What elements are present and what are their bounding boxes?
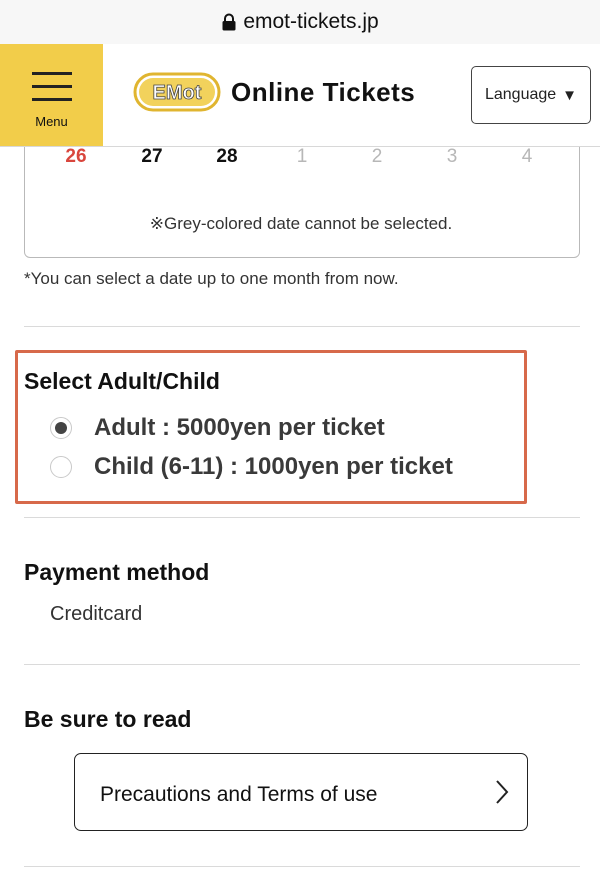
calendar-day-disabled: 4 (521, 146, 533, 167)
calendar-note: ※Grey-colored date cannot be selected. (149, 214, 453, 233)
calendar-day-disabled: 3 (446, 146, 458, 167)
ticket-type-title: Select Adult/Child (24, 368, 220, 394)
emot-logo-icon: EMot (133, 72, 221, 112)
chevron-right-icon (496, 780, 509, 804)
radio-option-child[interactable]: Child (6-11) : 1000yen per ticket (50, 453, 453, 481)
language-select[interactable]: Language ▼ (471, 66, 591, 124)
divider (24, 326, 580, 327)
terms-button[interactable]: Precautions and Terms of use (74, 753, 528, 831)
divider (24, 664, 580, 665)
divider (24, 866, 580, 867)
radio-label-adult[interactable]: Adult : 5000yen per ticket (94, 414, 385, 442)
calendar-day[interactable]: 27 (127, 146, 177, 168)
calendar-day[interactable]: 28 (202, 146, 252, 168)
calendar-week-row: 26 27 28 1 2 3 4 (0, 146, 600, 172)
site-header: Menu EMot Online Tickets Language ▼ (0, 44, 600, 147)
read-title: Be sure to read (24, 706, 192, 732)
language-label: Language (484, 86, 557, 103)
radio-adult[interactable] (50, 417, 72, 439)
hamburger-icon (31, 72, 72, 102)
logo-mark-text: EMot (153, 82, 202, 104)
terms-button-label: Precautions and Terms of use (100, 783, 378, 806)
address-bar[interactable]: emot-tickets.jp (0, 0, 600, 44)
brand-title: Online Tickets (231, 76, 416, 107)
url-text: emot-tickets.jp (243, 10, 379, 33)
caret-down-icon: ▼ (562, 86, 578, 104)
radio-option-adult[interactable]: Adult : 5000yen per ticket (50, 414, 385, 442)
radio-label-child[interactable]: Child (6-11) : 1000yen per ticket (94, 453, 453, 481)
radio-child[interactable] (50, 456, 72, 478)
calendar-day-disabled: 1 (296, 146, 308, 167)
site-logo[interactable]: EMot Online Tickets (133, 69, 415, 115)
payment-value: Creditcard (50, 603, 143, 625)
date-range-hint: *You can select a date up to one month f… (24, 269, 399, 288)
menu-button[interactable]: Menu (0, 44, 103, 146)
calendar-day[interactable]: 26 (51, 146, 101, 168)
calendar-day-disabled: 2 (371, 146, 383, 167)
lock-icon (222, 13, 236, 31)
payment-title: Payment method (24, 559, 210, 585)
menu-label: Menu (35, 114, 68, 129)
divider (24, 517, 580, 518)
